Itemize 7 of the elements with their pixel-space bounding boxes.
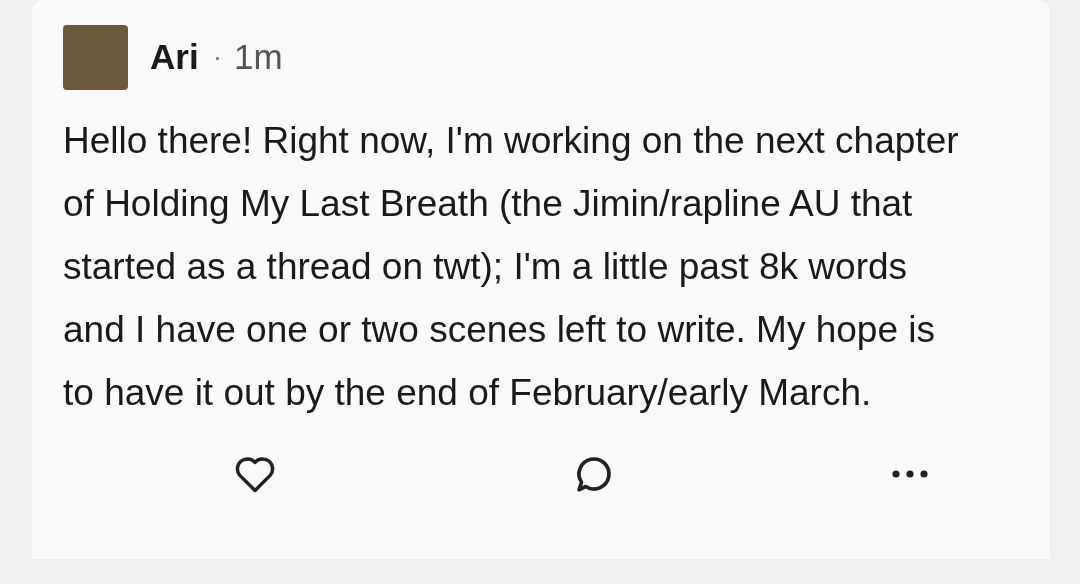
like-heart-icon[interactable] [234,455,276,493]
post-text: Hello there! Right now, I'm working on the next chapter of Holding My Last Breath (the Jimin/rapline AU that started as a thread on twt); I'm a little past 8k words and I have one or two scenes left to write. My hope is to have it out by the end of February/early March. [63,119,960,415]
more-options-icon[interactable] [891,469,929,479]
post-time: 1m [233,35,283,78]
comment-icon[interactable] [574,454,614,494]
separator-dot: · [212,40,222,74]
author-name[interactable]: Ari [150,30,199,84]
